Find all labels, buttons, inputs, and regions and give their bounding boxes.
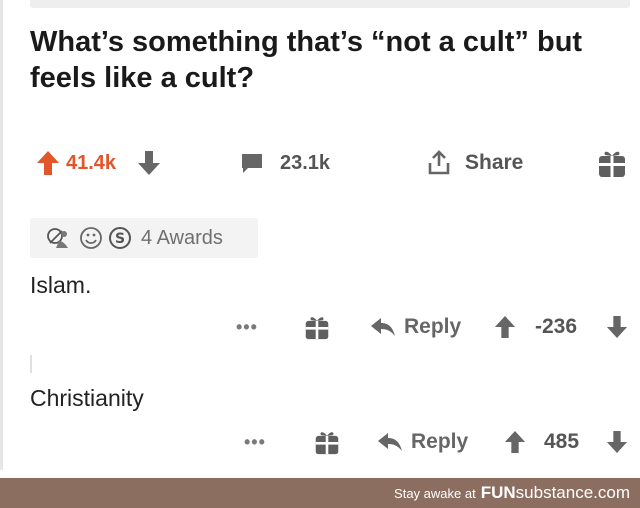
more-options-button[interactable]: ••• [244,425,266,459]
reply-icon [378,433,402,451]
upvote-button[interactable] [494,310,516,344]
svg-text:S: S [115,231,125,247]
comments-button[interactable]: 23.1k [240,145,330,181]
arrow-down-icon [606,316,628,338]
downvote-button[interactable] [606,425,628,459]
arrow-down-icon [606,431,628,453]
give-award-button[interactable] [304,310,330,344]
awards-label: 4 Awards [141,226,223,249]
arrow-up-icon [37,151,59,175]
comment-action-bar: ••• Reply 485 [230,425,635,459]
reply-label: Reply [411,430,469,453]
share-icon [428,150,450,175]
reply-label: Reply [404,315,462,338]
comment-body: Christianity [30,385,144,411]
comment-count: 23.1k [280,151,331,174]
post-action-bar: 41.4k 23.1k Share [30,145,635,181]
share-label: Share [465,151,524,174]
footer-brand-bold: FUN [480,483,516,502]
footer-brand-rest: substance.com [515,483,630,502]
award-icon [80,227,102,249]
downvote-button[interactable] [606,310,628,344]
comment-action-bar: ••• Reply -236 [230,310,635,344]
more-icon: ••• [244,431,266,452]
downvote-button[interactable] [137,145,161,181]
give-award-button[interactable] [314,425,340,459]
gift-icon [305,317,329,340]
reply-button[interactable]: Reply [377,425,468,459]
left-edge-border [0,0,3,470]
arrow-down-icon [138,151,160,175]
award-icon: S [109,227,131,249]
post-title: What’s something that’s “not a cult” but… [30,26,583,94]
upvote-count: 41.4k [66,151,117,174]
comment-score: 485 [544,430,580,453]
awards-badge[interactable]: S 4 Awards [30,218,258,258]
more-options-button[interactable]: ••• [236,310,258,344]
comment-icon [242,154,262,173]
top-edge-divider [30,0,630,8]
gift-icon [599,151,625,177]
upvote-button[interactable] [36,145,60,181]
watermark-footer: Stay awake at FUN substance.com [0,478,640,508]
footer-tagline: Stay awake at [394,485,476,501]
reply-button[interactable]: Reply [370,310,461,344]
more-icon: ••• [236,316,258,337]
award-icon [47,228,68,248]
arrow-up-icon [494,316,516,338]
gift-icon [315,432,339,455]
reply-icon [371,318,395,336]
award-icons: S [44,225,132,251]
comment-score: -236 [535,315,578,338]
comment-body: Islam. [30,272,92,298]
arrow-up-icon [504,431,526,453]
share-button[interactable]: Share [427,145,523,181]
give-award-button[interactable] [597,145,627,181]
thread-line [30,355,32,373]
upvote-button[interactable] [504,425,526,459]
